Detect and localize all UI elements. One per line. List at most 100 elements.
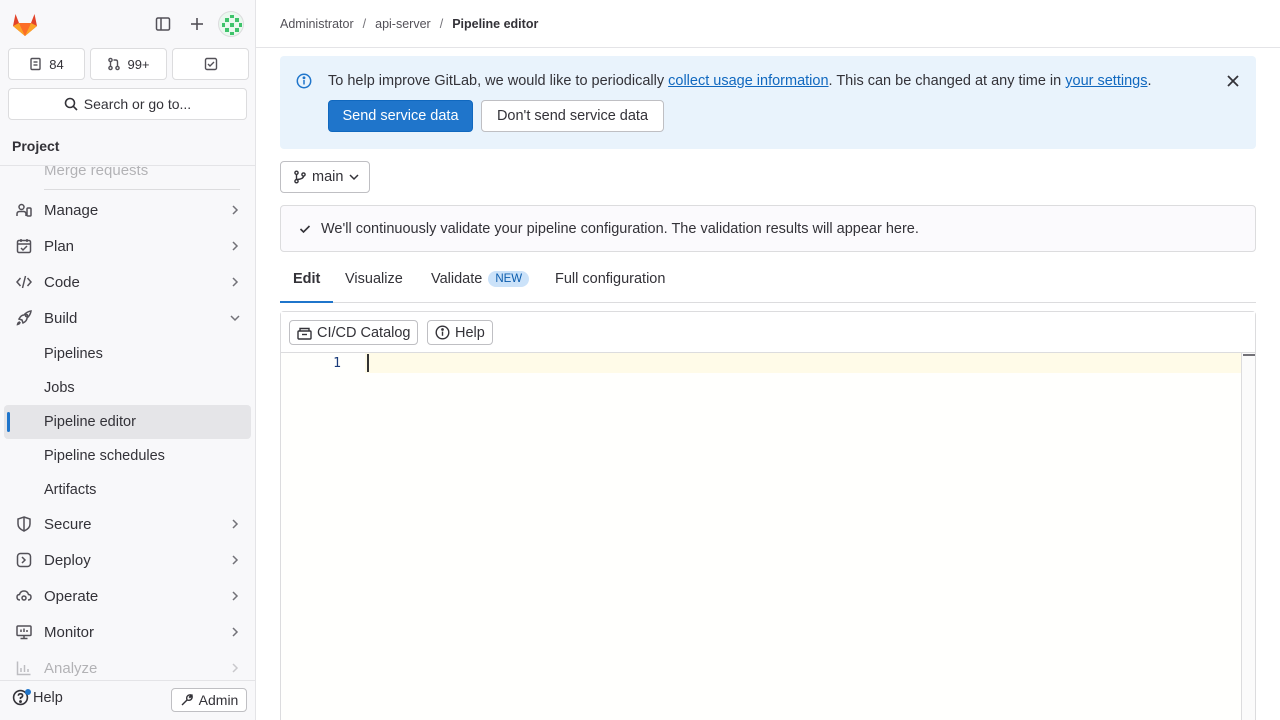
breadcrumb: Administrator / api-server / Pipeline ed… bbox=[256, 0, 1280, 48]
project-section-title: Project bbox=[0, 128, 255, 166]
search-button[interactable]: Search or go to... bbox=[8, 88, 247, 120]
banner-message: To help improve GitLab, we would like to… bbox=[328, 73, 1152, 89]
code-editor[interactable]: 1 bbox=[281, 353, 1241, 720]
breadcrumb-current[interactable]: Pipeline editor bbox=[452, 17, 538, 31]
sidebar-item-label: Operate bbox=[44, 587, 99, 605]
banner-text-suffix: . bbox=[1147, 73, 1152, 89]
users-icon bbox=[16, 202, 32, 218]
plus-icon[interactable] bbox=[185, 12, 209, 36]
dont-send-service-data-button[interactable]: Don't send service data bbox=[481, 100, 664, 132]
counters: 84 99+ bbox=[8, 48, 249, 80]
sidebar-header bbox=[0, 0, 255, 48]
sidebar-toggle-icon[interactable] bbox=[151, 12, 175, 36]
text-cursor bbox=[367, 354, 369, 372]
sidebar-item-secure[interactable]: Secure bbox=[4, 507, 251, 541]
chevron-right-icon bbox=[229, 518, 241, 530]
sidebar-item-label: Manage bbox=[44, 201, 99, 219]
sidebar-item-label: Pipeline editor bbox=[44, 414, 136, 430]
issues-counter-button[interactable]: 84 bbox=[8, 48, 85, 80]
tab-label: Validate bbox=[431, 271, 483, 287]
question-icon bbox=[12, 689, 31, 706]
sidebar-item-artifacts[interactable]: Artifacts bbox=[4, 473, 251, 507]
avatar[interactable] bbox=[218, 11, 244, 37]
chevron-down-icon bbox=[348, 171, 360, 183]
gitlab-logo-icon[interactable] bbox=[11, 11, 39, 37]
code-icon bbox=[16, 274, 32, 290]
sidebar-item-code[interactable]: Code bbox=[4, 265, 251, 299]
branch-icon bbox=[293, 170, 307, 184]
catalog-label: CI/CD Catalog bbox=[317, 324, 411, 341]
sidebar-item-build[interactable]: Build bbox=[4, 301, 251, 335]
your-settings-link[interactable]: your settings bbox=[1065, 73, 1147, 89]
help-button[interactable]: Help bbox=[12, 689, 63, 706]
sidebar-item-pipeline-editor[interactable]: Pipeline editor bbox=[4, 405, 251, 439]
sidebar-item-label: Monitor bbox=[44, 623, 95, 641]
sidebar-item-deploy[interactable]: Deploy bbox=[4, 543, 251, 577]
sidebar-item-pipeline-schedules[interactable]: Pipeline schedules bbox=[4, 439, 251, 473]
help-label: Help bbox=[33, 689, 63, 706]
merge-requests-counter-button[interactable]: 99+ bbox=[90, 48, 167, 80]
search-icon bbox=[64, 97, 78, 111]
editor-help-button[interactable]: Help bbox=[427, 320, 493, 345]
editor-toolbar: CI/CD Catalog Help bbox=[281, 312, 1255, 353]
tab-visualize[interactable]: Visualize bbox=[345, 256, 403, 302]
breadcrumb-item-api-server[interactable]: api-server bbox=[375, 17, 431, 31]
todo-check-icon bbox=[204, 57, 218, 71]
chevron-right-icon bbox=[229, 590, 241, 602]
check-icon bbox=[299, 223, 311, 235]
admin-label: Admin bbox=[198, 692, 239, 708]
breadcrumb-item-administrator[interactable]: Administrator bbox=[280, 17, 354, 31]
tab-label: Visualize bbox=[345, 271, 403, 287]
scroll-position-marker bbox=[1243, 354, 1255, 356]
info-icon bbox=[296, 73, 312, 89]
issues-count: 84 bbox=[49, 56, 64, 72]
sidebar: 84 99+ Search or go to... Project Merge … bbox=[0, 0, 256, 720]
sidebar-item-operate[interactable]: Operate bbox=[4, 579, 251, 613]
collect-usage-link[interactable]: collect usage information bbox=[668, 73, 828, 89]
sidebar-item-monitor[interactable]: Monitor bbox=[4, 615, 251, 649]
sidebar-item-manage[interactable]: Manage bbox=[4, 193, 251, 227]
breadcrumb-separator: / bbox=[362, 16, 367, 31]
todos-button[interactable] bbox=[172, 48, 249, 80]
tab-edit[interactable]: Edit bbox=[280, 256, 334, 303]
line-number: 1 bbox=[333, 356, 341, 371]
sidebar-item-merge-requests[interactable]: Merge requests bbox=[4, 166, 251, 187]
rocket-icon bbox=[16, 310, 32, 326]
sidebar-item-label: Pipelines bbox=[44, 346, 103, 362]
chevron-right-icon bbox=[229, 626, 241, 638]
send-service-data-button[interactable]: Send service data bbox=[328, 100, 473, 132]
breadcrumb-separator: / bbox=[439, 16, 444, 31]
calendar-icon bbox=[16, 238, 32, 254]
banner-text-prefix: To help improve GitLab, we would like to… bbox=[328, 73, 669, 89]
nav-divider bbox=[44, 189, 240, 190]
notification-dot bbox=[25, 689, 31, 695]
issues-icon bbox=[29, 57, 43, 71]
tab-label: Full configuration bbox=[555, 271, 666, 287]
branch-name: main bbox=[312, 169, 344, 185]
sidebar-item-jobs[interactable]: Jobs bbox=[4, 371, 251, 405]
tab-label: Edit bbox=[293, 271, 321, 287]
sidebar-item-plan[interactable]: Plan bbox=[4, 229, 251, 263]
branch-selector[interactable]: main bbox=[280, 161, 370, 193]
admin-button[interactable]: Admin bbox=[171, 688, 247, 712]
merge-request-icon bbox=[107, 57, 121, 71]
sidebar-item-analyze[interactable]: Analyze bbox=[4, 651, 251, 680]
info-icon bbox=[435, 325, 450, 340]
validation-message: We'll continuously validate your pipelin… bbox=[321, 221, 919, 237]
sidebar-item-label: Plan bbox=[44, 237, 75, 255]
catalog-icon bbox=[297, 326, 312, 340]
chevron-right-icon bbox=[229, 662, 241, 674]
banner-text-mid: . This can be changed at any time in bbox=[828, 73, 1066, 89]
sidebar-item-label: Deploy bbox=[44, 551, 91, 569]
sidebar-item-label: Artifacts bbox=[44, 482, 97, 498]
editor-scrollbar[interactable] bbox=[1241, 353, 1255, 720]
ci-cd-catalog-button[interactable]: CI/CD Catalog bbox=[289, 320, 419, 345]
sidebar-footer: Help Admin bbox=[0, 680, 255, 720]
deploy-icon bbox=[16, 552, 32, 568]
sidebar-item-pipelines[interactable]: Pipelines bbox=[4, 337, 251, 371]
shield-icon bbox=[16, 516, 32, 532]
tab-validate[interactable]: Validate NEW bbox=[431, 256, 530, 302]
sidebar-item-label: Secure bbox=[44, 515, 92, 533]
tab-full-configuration[interactable]: Full configuration bbox=[555, 256, 665, 302]
close-icon[interactable] bbox=[1226, 74, 1240, 88]
